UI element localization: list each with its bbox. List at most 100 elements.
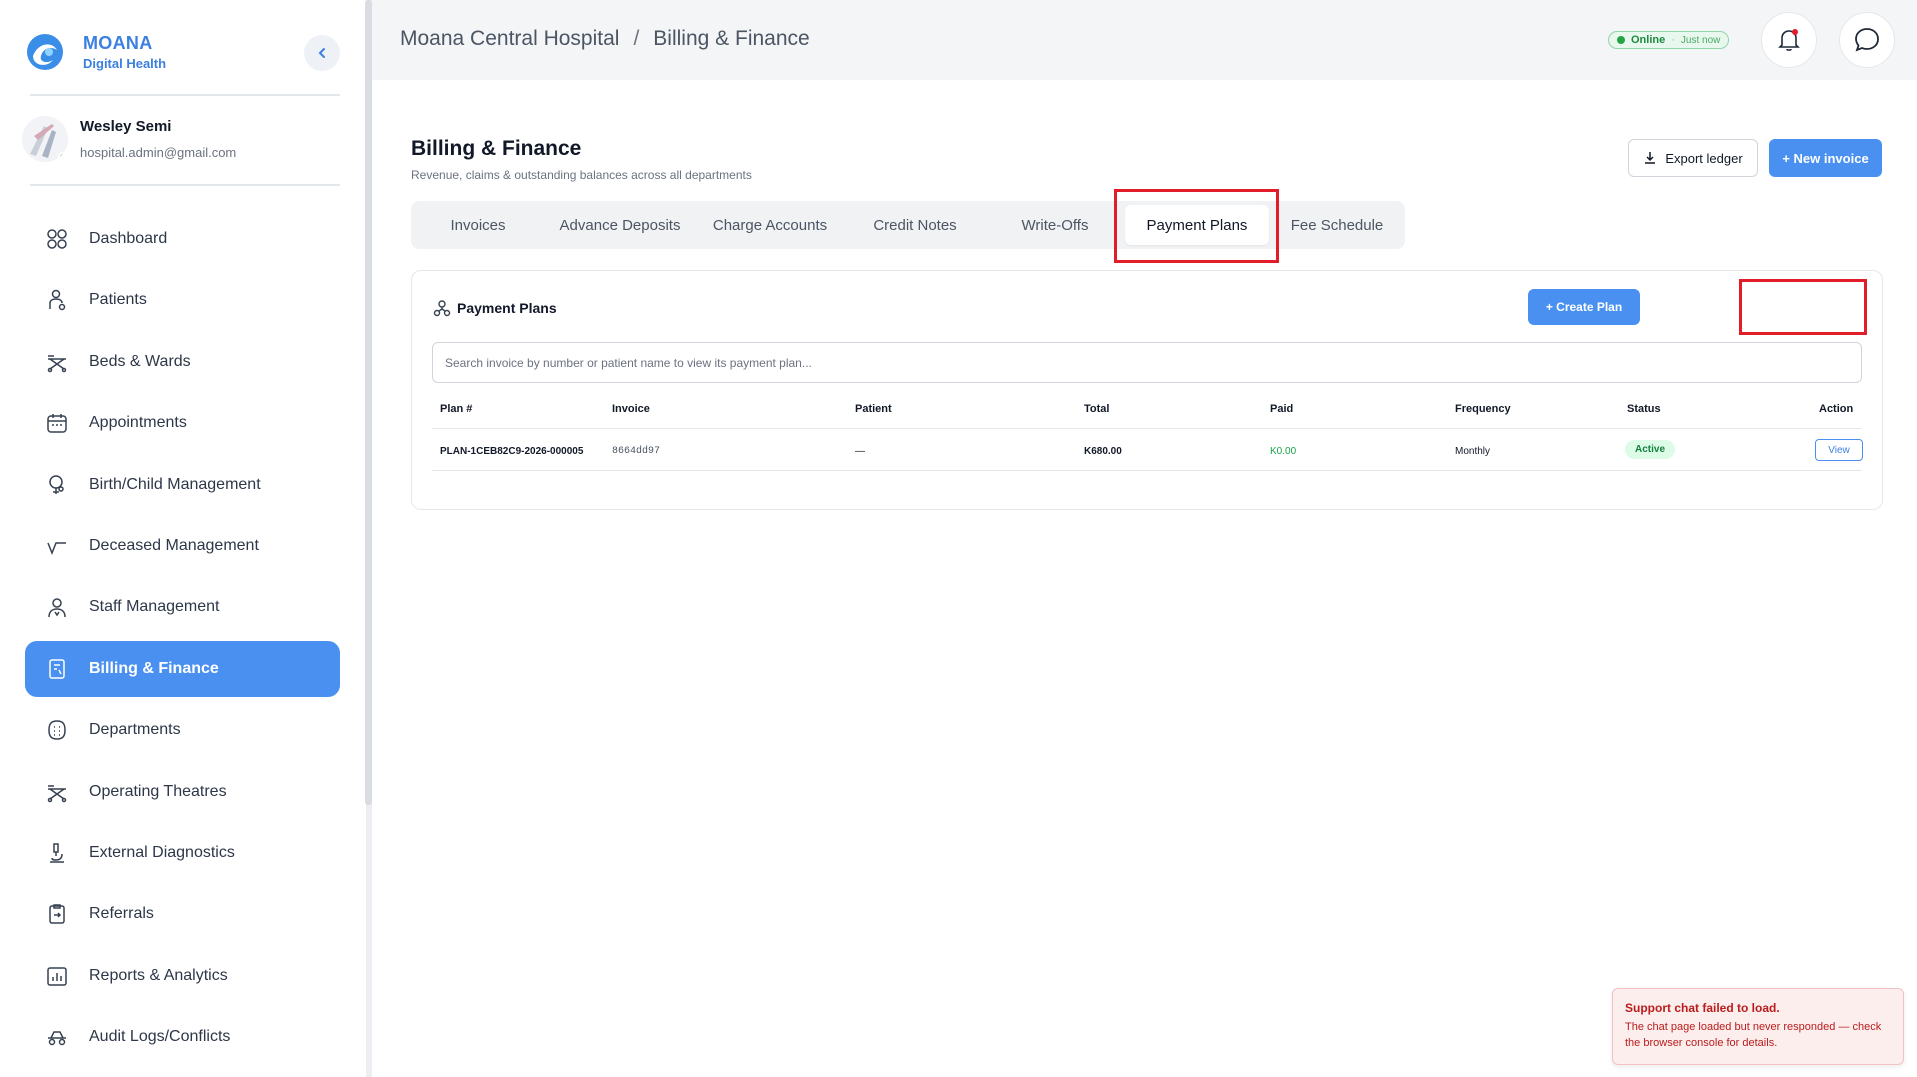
export-ledger-label: Export ledger (1665, 150, 1743, 166)
chat-button[interactable] (1839, 12, 1895, 68)
user-profile[interactable]: Wesley Semi hospital.admin@gmail.com (22, 116, 236, 162)
plan-search-input[interactable] (432, 342, 1862, 383)
tab-payment-plans[interactable]: Payment Plans (1125, 205, 1269, 245)
status-label: Online (1631, 34, 1666, 46)
column-header: Patient (855, 403, 892, 415)
error-toast[interactable]: Support chat failed to load. The chat pa… (1612, 988, 1904, 1065)
chat-bubble-icon (1855, 28, 1879, 52)
column-header: Invoice (612, 403, 650, 415)
sidebar-divider (30, 94, 340, 96)
sidebar-item-birth-child[interactable]: Birth/Child Management (25, 457, 340, 513)
cell-paid: K0.00 (1270, 446, 1297, 457)
sidebar-item-deceased[interactable]: Deceased Management (25, 518, 340, 574)
sidebar-item-referrals[interactable]: Referrals (25, 886, 340, 942)
user-name: Wesley Semi (80, 118, 172, 135)
main-content: Billing & Finance Revenue, claims & outs… (372, 80, 1917, 1077)
sidebar-nav: Dashboard Patients Beds & Wards Appointm… (25, 211, 340, 1070)
tab-invoices[interactable]: Invoices (411, 201, 545, 249)
referral-icon (45, 902, 69, 926)
status-badge: Online · Just now (1608, 31, 1730, 49)
billing-icon (45, 657, 69, 681)
sidebar-item-patients[interactable]: Patients (25, 272, 340, 328)
birth-icon (45, 473, 69, 497)
billing-tabs: Invoices Advance Deposits Charge Account… (411, 201, 1405, 249)
sidebar-item-billing-finance[interactable]: Billing & Finance (25, 640, 340, 697)
sidebar-item-label: Deceased Management (89, 536, 259, 554)
sidebar-item-label: Dashboard (89, 230, 168, 247)
sidebar-item-staff[interactable]: Staff Management (25, 579, 340, 635)
microscope-icon (45, 841, 69, 865)
toast-title: Support chat failed to load. (1625, 1001, 1780, 1015)
cell-invoice: 8664dd97 (612, 446, 661, 457)
moana-logo-icon (27, 34, 63, 70)
departments-icon (45, 718, 69, 742)
sidebar-item-label: Patients (89, 291, 147, 309)
sidebar-item-beds-wards[interactable]: Beds & Wards (25, 334, 340, 390)
breadcrumb: Moana Central Hospital / Billing & Finan… (400, 27, 810, 51)
card-title: Payment Plans (433, 299, 557, 317)
status-time: Just now (1680, 34, 1721, 46)
column-header: Total (1084, 403, 1110, 415)
sidebar-item-dashboard[interactable]: Dashboard (25, 211, 340, 267)
breadcrumb-hospital[interactable]: Moana Central Hospital (400, 27, 619, 51)
new-invoice-button[interactable]: + New invoice (1769, 139, 1882, 177)
page-subtitle: Revenue, claims & outstanding balances a… (411, 168, 752, 182)
breadcrumb-separator: / (633, 27, 640, 50)
calendar-icon (45, 411, 69, 435)
sidebar-divider (30, 184, 340, 186)
column-header: Plan # (440, 403, 473, 415)
notifications-button[interactable] (1761, 12, 1817, 68)
view-plan-button[interactable]: View (1815, 439, 1863, 461)
sidebar-item-label: Reports & Analytics (89, 966, 228, 984)
sidebar-item-operating-theatres[interactable]: Operating Theatres (25, 764, 340, 820)
users-network-icon (433, 300, 451, 317)
sidebar-item-reports-analytics[interactable]: Reports & Analytics (25, 948, 340, 1004)
export-ledger-button[interactable]: Export ledger (1628, 139, 1758, 177)
tab-fee-schedule[interactable]: Fee Schedule (1273, 201, 1401, 249)
table-row: PLAN-1CEB82C9-2026-000005 8664dd97 — K68… (432, 429, 1863, 471)
user-email: hospital.admin@gmail.com (80, 145, 237, 160)
brand[interactable]: MOANA Digital Health (25, 32, 166, 72)
tab-advance-deposits[interactable]: Advance Deposits (545, 201, 695, 249)
breadcrumb-current: Billing & Finance (653, 27, 810, 50)
cell-plan-number: PLAN-1CEB82C9-2026-000005 (440, 446, 584, 457)
topbar: Moana Central Hospital / Billing & Finan… (372, 0, 1917, 80)
sidebar-item-audit-logs[interactable]: Audit Logs/Conflicts (25, 1009, 340, 1065)
sidebar-item-label: External Diagnostics (89, 843, 235, 861)
sidebar-item-departments[interactable]: Departments (25, 702, 340, 758)
avatar (22, 116, 68, 162)
sidebar-item-label: Beds & Wards (89, 352, 191, 370)
chevron-left-icon (318, 48, 325, 58)
sidebar-item-label: Referrals (89, 905, 154, 923)
sidebar-item-label: Operating Theatres (89, 782, 227, 800)
tab-charge-accounts[interactable]: Charge Accounts (695, 201, 845, 249)
dashboard-icon (45, 227, 69, 251)
column-header: Status (1627, 403, 1661, 415)
sidebar-item-label: Staff Management (89, 598, 220, 616)
tab-write-offs[interactable]: Write-Offs (985, 201, 1125, 249)
create-plan-button[interactable]: + Create Plan (1528, 289, 1640, 325)
column-header: Paid (1270, 403, 1294, 415)
download-icon (1645, 152, 1656, 164)
page-title: Billing & Finance (411, 137, 582, 160)
staff-icon (45, 595, 69, 619)
sidebar-item-label: Departments (89, 721, 181, 739)
sidebar-item-label: Audit Logs/Conflicts (89, 1028, 231, 1046)
sidebar: MOANA Digital Health Wesley Semi hospita… (0, 0, 366, 1077)
sidebar-item-external-diagnostics[interactable]: External Diagnostics (25, 825, 340, 881)
bell-icon (1778, 29, 1800, 51)
table-header: Plan # Invoice Patient Total Paid Freque… (432, 403, 1862, 427)
sidebar-scrollbar[interactable] (365, 0, 372, 805)
tab-credit-notes[interactable]: Credit Notes (845, 201, 985, 249)
brand-subtitle: Digital Health (83, 56, 167, 71)
status-badge: Active (1625, 440, 1676, 459)
sidebar-item-label: Appointments (89, 414, 187, 432)
card-title-label: Payment Plans (457, 300, 557, 316)
payment-plans-card: Payment Plans + Create Plan Plan # Invoi… (411, 270, 1883, 510)
sidebar-item-appointments[interactable]: Appointments (25, 395, 340, 451)
column-header: Frequency (1455, 403, 1511, 415)
online-dot (58, 152, 68, 162)
sidebar-item-label: Birth/Child Management (89, 475, 261, 493)
collapse-sidebar-button[interactable] (304, 35, 340, 71)
deceased-icon (45, 534, 69, 558)
